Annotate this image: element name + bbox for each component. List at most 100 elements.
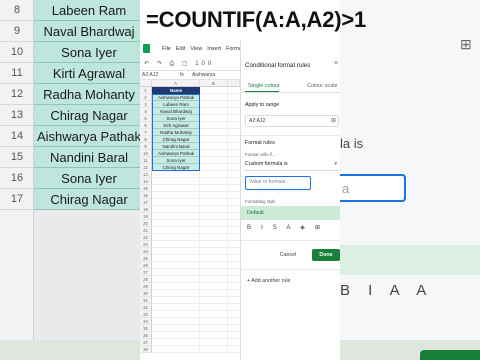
row-number[interactable]: 14 [140,178,152,185]
row-number[interactable]: 31 [140,297,152,304]
empty-cell[interactable] [228,115,240,122]
row-number[interactable]: 7 [140,129,152,136]
empty-cell[interactable] [152,276,200,283]
empty-cell[interactable] [152,171,200,178]
row-number[interactable]: 19 [140,213,152,220]
name-cell[interactable]: Chirag Nagar [152,164,200,171]
name-cell[interactable]: Nandini Baral [152,143,200,150]
empty-cell[interactable] [200,192,228,199]
empty-cell[interactable] [152,339,200,346]
empty-cell[interactable] [228,143,240,150]
empty-cell[interactable] [152,213,200,220]
empty-cell[interactable] [228,171,240,178]
empty-cell[interactable] [200,171,228,178]
name-cell[interactable]: Kirti Agrawal [152,122,200,129]
empty-cell[interactable] [200,227,228,234]
empty-cell[interactable] [228,255,240,262]
row-number[interactable]: 18 [140,206,152,213]
empty-cell[interactable] [152,283,200,290]
empty-cell[interactable] [200,206,228,213]
empty-cell[interactable] [200,262,228,269]
default-style-preview[interactable]: Default [241,206,340,220]
empty-cell[interactable] [152,290,200,297]
toolbar[interactable]: ↶ ↷ ⎙ ▢ 100 [140,58,240,70]
empty-cell[interactable] [200,94,228,101]
name-cell[interactable]: Sona Iyer [152,157,200,164]
empty-cell[interactable] [152,311,200,318]
formula-input[interactable]: Aishwarya [192,71,215,80]
name-cell[interactable]: Aishwarya Pathak [152,150,200,157]
row-number[interactable]: 26 [140,262,152,269]
column-header[interactable]: B [200,80,228,87]
empty-cell[interactable] [152,325,200,332]
name-cell[interactable]: Naval Bhardwaj [152,108,200,115]
empty-cell[interactable] [200,241,228,248]
empty-cell[interactable] [228,248,240,255]
empty-cell[interactable] [228,122,240,129]
value-or-formula-input[interactable]: Value or formula [245,176,311,190]
row-number[interactable]: 13 [140,171,152,178]
empty-cell[interactable] [200,290,228,297]
empty-cell[interactable] [228,108,240,115]
row-number[interactable]: 35 [140,325,152,332]
menu-edit[interactable]: Edit [176,46,185,52]
empty-cell[interactable] [228,241,240,248]
row-number[interactable]: 22 [140,234,152,241]
empty-cell[interactable] [152,220,200,227]
empty-cell[interactable] [228,304,240,311]
empty-cell[interactable] [228,325,240,332]
empty-cell[interactable] [200,115,228,122]
empty-cell[interactable] [200,185,228,192]
empty-cell[interactable] [152,234,200,241]
add-another-rule-button[interactable]: + Add another rule [247,278,290,284]
empty-cell[interactable] [228,213,240,220]
menu-insert[interactable]: Insert [207,46,221,52]
empty-cell[interactable] [152,206,200,213]
empty-cell[interactable] [200,234,228,241]
row-number[interactable]: 5 [140,115,152,122]
row-number[interactable]: 4 [140,108,152,115]
empty-cell[interactable] [200,311,228,318]
empty-cell[interactable] [228,199,240,206]
name-cell[interactable]: Labeen Ram [152,101,200,108]
menu-file[interactable]: File [162,46,171,52]
header-cell[interactable]: Name [152,87,200,94]
name-cell[interactable]: Radha Mohanty [152,129,200,136]
empty-cell[interactable] [228,192,240,199]
condition-dropdown[interactable]: Custom formula is ▾ [245,159,339,171]
empty-cell[interactable] [228,234,240,241]
empty-cell[interactable] [152,297,200,304]
row-number[interactable]: 32 [140,304,152,311]
row-number[interactable]: 1 [140,87,152,94]
row-number[interactable]: 10 [140,150,152,157]
empty-cell[interactable] [200,108,228,115]
empty-cell[interactable] [228,339,240,346]
name-cell[interactable]: Sona Iyer [152,115,200,122]
row-number[interactable]: 9 [140,143,152,150]
empty-cell[interactable] [200,339,228,346]
empty-cell[interactable] [228,185,240,192]
row-number[interactable]: 6 [140,122,152,129]
empty-cell[interactable] [200,164,228,171]
empty-cell[interactable] [200,332,228,339]
empty-cell[interactable] [200,220,228,227]
empty-cell[interactable] [200,304,228,311]
empty-cell[interactable] [228,178,240,185]
empty-cell[interactable] [228,150,240,157]
empty-cell[interactable] [152,185,200,192]
empty-cell[interactable] [152,227,200,234]
range-input[interactable]: A2:A12 ⊞ [245,115,339,127]
row-number[interactable]: 21 [140,227,152,234]
empty-cell[interactable] [228,94,240,101]
empty-cell[interactable] [200,248,228,255]
style-format-icons[interactable]: B I S A ◈ ⊞ [247,224,324,231]
empty-cell[interactable] [228,206,240,213]
empty-cell[interactable] [200,87,228,94]
row-number[interactable]: 34 [140,318,152,325]
empty-cell[interactable] [200,178,228,185]
tab-single-colour[interactable]: Single colour [248,83,280,89]
empty-cell[interactable] [200,122,228,129]
row-number[interactable]: 16 [140,192,152,199]
close-icon[interactable]: × [334,60,338,68]
row-number[interactable]: 28 [140,276,152,283]
